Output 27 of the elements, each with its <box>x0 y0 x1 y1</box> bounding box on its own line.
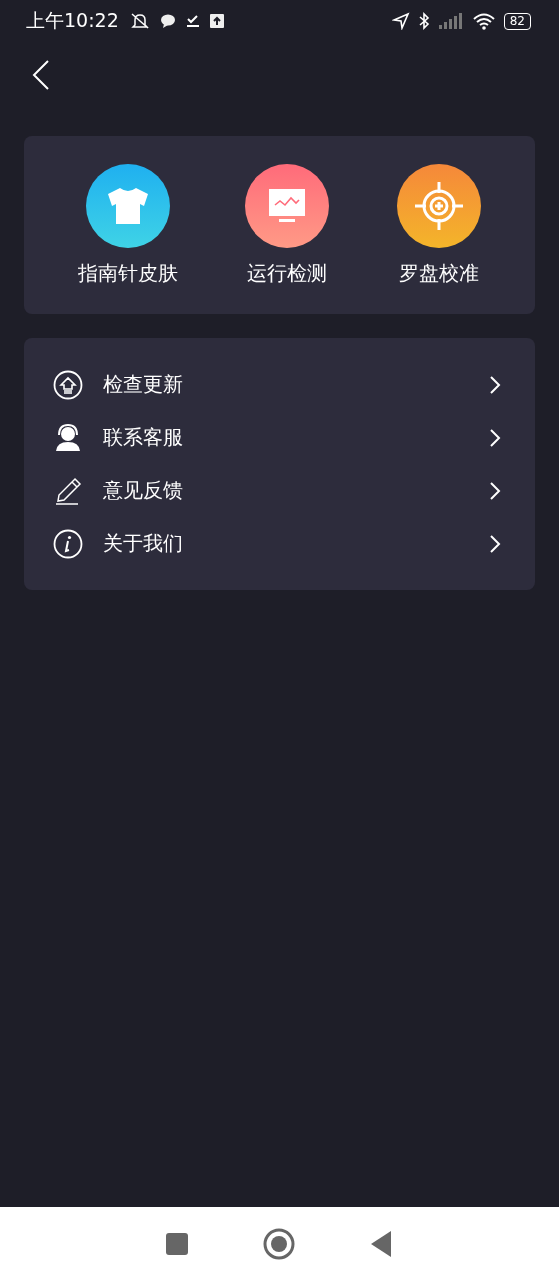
location-icon <box>391 12 410 30</box>
battery-indicator: 82 <box>503 12 531 30</box>
chevron-right-icon <box>489 374 501 395</box>
menu-item[interactable]: 关于我们 <box>24 517 535 570</box>
headset-person-icon <box>53 422 83 453</box>
bluetooth-icon <box>417 12 430 30</box>
menu-item[interactable]: 意见反馈 <box>24 464 535 517</box>
check-icon <box>184 13 201 29</box>
recents-button[interactable] <box>165 1232 188 1255</box>
back-button[interactable] <box>32 59 50 91</box>
wifi-icon <box>471 12 496 30</box>
chevron-right-icon <box>489 480 501 501</box>
status-time: 上午10:22 <box>26 8 119 33</box>
info-icon <box>53 528 83 559</box>
chat-icon <box>158 13 177 29</box>
home-button[interactable] <box>263 1227 296 1260</box>
chevron-right-icon <box>489 427 501 448</box>
back-nav-button[interactable] <box>371 1230 394 1257</box>
signal-icon <box>437 13 464 29</box>
pencil-icon <box>53 475 83 506</box>
mute-icon <box>128 12 151 30</box>
upload-icon <box>208 13 225 29</box>
upload-home-icon <box>53 369 83 400</box>
menu-item[interactable]: 联系客服 <box>24 411 535 464</box>
chevron-right-icon <box>489 533 501 554</box>
crosshair-icon <box>414 180 465 231</box>
menu-item[interactable]: 检查更新 <box>24 358 535 411</box>
